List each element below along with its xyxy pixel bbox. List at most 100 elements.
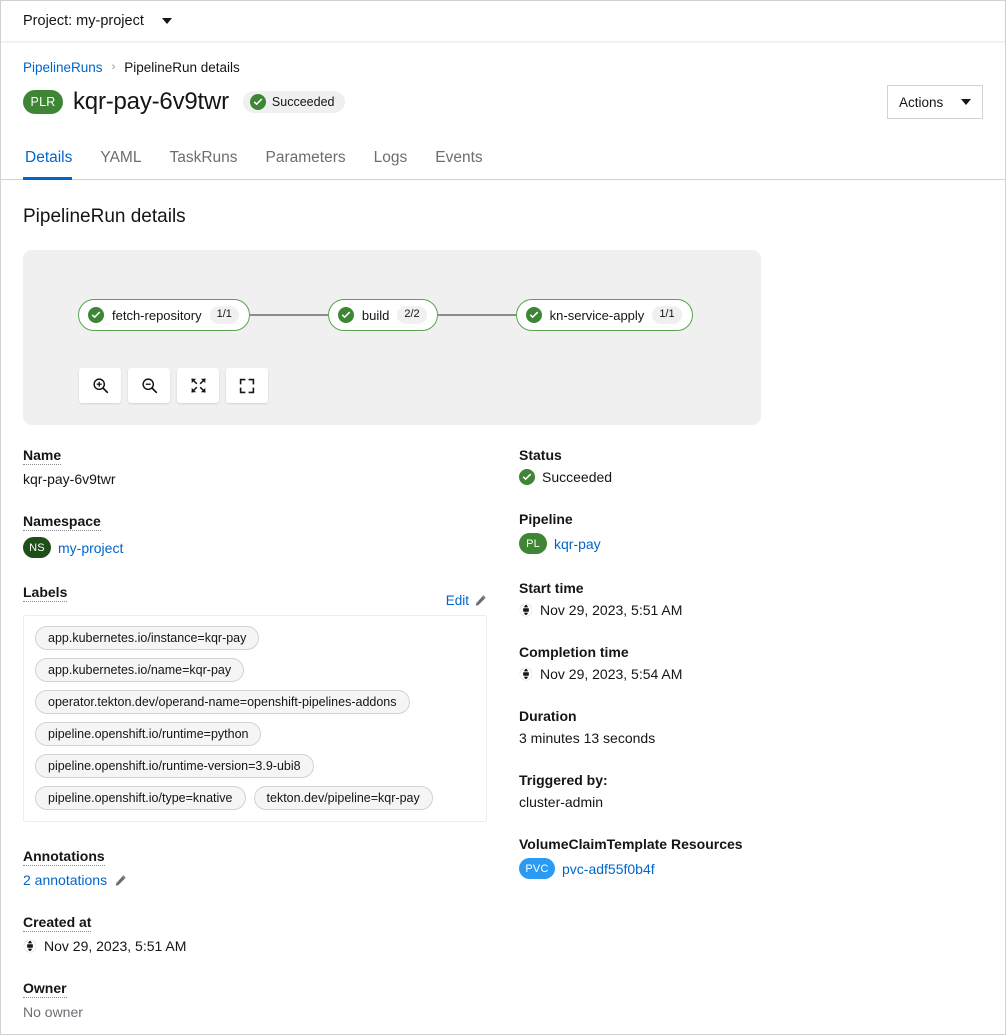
field-completion-time-label: Completion time [519,644,629,660]
zoom-in-icon [92,377,109,394]
label-chip[interactable]: tekton.dev/pipeline=kqr-pay [254,786,433,810]
label-chip[interactable]: pipeline.openshift.io/runtime-version=3.… [35,754,314,778]
pipeline-graph-card: fetch-repository 1/1 build 2/2 kn-servic… [23,250,761,425]
field-labels-label: Labels [23,584,67,602]
field-name-label: Name [23,447,61,465]
check-circle-icon [250,94,266,110]
pipeline-link[interactable]: kqr-pay [554,536,601,552]
label-chip[interactable]: app.kubernetes.io/name=kqr-pay [35,658,244,682]
fullscreen-button[interactable] [226,368,268,403]
edit-labels-label: Edit [446,593,469,608]
field-owner-value: No owner [23,1004,519,1020]
breadcrumb: PipelineRuns › PipelineRun details [23,60,983,75]
chevron-down-icon[interactable] [162,18,172,24]
labels-header: Labels Edit [23,584,487,608]
tab-taskruns[interactable]: TaskRuns [155,139,251,179]
pipeline-graph-nodes: fetch-repository 1/1 build 2/2 kn-servic… [23,250,761,331]
field-namespace-label: Namespace [23,513,101,531]
field-pipeline-label: Pipeline [519,511,573,527]
field-name: Name kqr-pay-6v9twr [23,447,519,487]
breadcrumb-current: PipelineRun details [124,60,240,75]
pipeline-node-label: build [362,308,389,323]
field-status-value: Succeeded [519,469,959,485]
field-created-at-value: Nov 29, 2023, 5:51 AM [23,938,519,954]
project-selector-label: Project: my-project [23,13,144,29]
fit-to-screen-icon [190,377,207,394]
field-namespace-value: NS my-project [23,537,519,558]
field-status-label: Status [519,447,562,463]
field-annotations-value: 2 annotations [23,872,519,888]
tab-bar: Details YAML TaskRuns Parameters Logs Ev… [1,139,1005,180]
annotations-link[interactable]: 2 annotations [23,872,107,888]
label-chip[interactable]: operator.tekton.dev/operand-name=openshi… [35,690,410,714]
field-pipeline-value: PL kqr-pay [519,533,959,554]
completion-time-text: Nov 29, 2023, 5:54 AM [540,666,682,682]
globe-icon [23,939,37,953]
graph-toolbar [79,368,268,403]
field-triggered-by-label: Triggered by: [519,772,608,788]
pipeline-edge [438,314,516,315]
field-labels: Labels Edit app.kubernetes.io/instance=k… [23,584,519,822]
field-annotations: Annotations 2 annotations [23,848,519,888]
status-badge: Succeeded [243,91,346,113]
field-vct-resources-value: PVC pvc-adf55f0b4f [519,858,959,879]
field-created-at: Created at Nov 29, 2023, 5:51 AM [23,914,519,954]
status-text: Succeeded [542,469,612,485]
field-completion-time: Completion time Nov 29, 2023, 5:54 AM [519,644,959,682]
field-vct-resources-label: VolumeClaimTemplate Resources [519,836,743,852]
label-chip[interactable]: pipeline.openshift.io/type=knative [35,786,246,810]
zoom-out-button[interactable] [128,368,170,403]
field-duration-label: Duration [519,708,577,724]
pipeline-node-count: 2/2 [397,306,426,323]
tab-logs[interactable]: Logs [360,139,422,179]
pvc-link[interactable]: pvc-adf55f0b4f [562,861,655,877]
field-duration: Duration 3 minutes 13 seconds [519,708,959,746]
check-circle-icon [88,307,104,323]
breadcrumb-separator-icon: › [112,62,116,73]
pencil-icon [474,594,487,607]
project-selector-bar[interactable]: Project: my-project [1,1,1005,42]
breadcrumb-link-pipelineruns[interactable]: PipelineRuns [23,60,103,75]
section-title: PipelineRun details [23,206,983,228]
tab-parameters[interactable]: Parameters [252,139,360,179]
pipeline-node-label: kn-service-apply [550,308,645,323]
label-chip[interactable]: app.kubernetes.io/instance=kqr-pay [35,626,259,650]
pipeline-node-build[interactable]: build 2/2 [328,299,438,331]
globe-icon [519,667,533,681]
field-created-at-label: Created at [23,914,91,932]
tab-yaml[interactable]: YAML [86,139,155,179]
pipeline-node-fetch-repository[interactable]: fetch-repository 1/1 [78,299,250,331]
check-circle-icon [338,307,354,323]
actions-button-label: Actions [899,95,943,110]
globe-icon [519,603,533,617]
namespace-link[interactable]: my-project [58,540,123,556]
details-right-column: Status Succeeded Pipeline PL kqr-pay Sta [519,447,959,1035]
title-left-group: PLR kqr-pay-6v9twr Succeeded [23,88,345,116]
field-duration-value: 3 minutes 13 seconds [519,730,959,746]
tab-details[interactable]: Details [23,139,86,179]
field-owner-label: Owner [23,980,67,998]
pipeline-node-count: 1/1 [210,306,239,323]
tab-events[interactable]: Events [421,139,496,179]
field-name-value: kqr-pay-6v9twr [23,471,519,487]
actions-button[interactable]: Actions [887,85,983,119]
labels-list: app.kubernetes.io/instance=kqr-pay app.k… [23,615,487,822]
pvc-badge: PVC [519,858,555,879]
details-left-column: Name kqr-pay-6v9twr Namespace NS my-proj… [23,447,519,1035]
main-content: PipelineRun details fetch-repository 1/1… [1,180,1005,1035]
pencil-icon[interactable] [114,874,127,887]
pipeline-node-kn-service-apply[interactable]: kn-service-apply 1/1 [516,299,693,331]
pipelinerun-badge: PLR [23,90,63,114]
zoom-out-icon [141,377,158,394]
created-at-text: Nov 29, 2023, 5:51 AM [44,938,186,954]
namespace-badge: NS [23,537,51,558]
details-grid: Name kqr-pay-6v9twr Namespace NS my-proj… [23,447,983,1035]
label-chip[interactable]: pipeline.openshift.io/runtime=python [35,722,261,746]
field-start-time: Start time Nov 29, 2023, 5:51 AM [519,580,959,618]
field-vct-resources: VolumeClaimTemplate Resources PVC pvc-ad… [519,836,959,879]
zoom-in-button[interactable] [79,368,121,403]
field-owner: Owner No owner [23,980,519,1020]
edit-labels-button[interactable]: Edit [446,593,487,608]
chevron-down-icon [961,99,971,105]
fit-to-screen-button[interactable] [177,368,219,403]
